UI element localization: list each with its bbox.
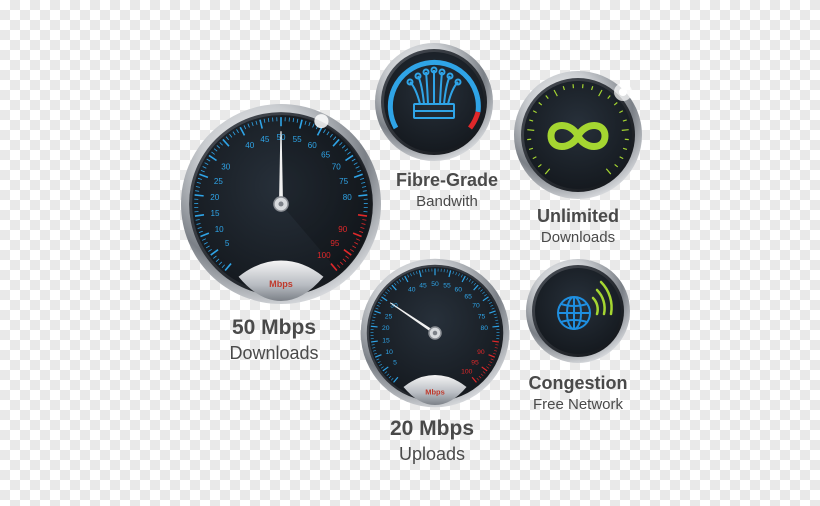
gauge-tick-label: 95 xyxy=(330,239,339,248)
gauge-tick-label: 95 xyxy=(471,359,479,366)
gauge-tick-label: 55 xyxy=(293,135,302,144)
dial-tick xyxy=(621,129,629,131)
fibre-optic-icon xyxy=(406,66,462,119)
fibre-grade-subtitle: Bandwith xyxy=(416,193,478,210)
upload-speed-caption: 20 Mbps Uploads xyxy=(368,417,496,465)
upload-speed-gauge: 510152025304045 50 5560657075809095100 Mbp… xyxy=(360,258,510,408)
unlimited-title: Unlimited xyxy=(536,206,619,226)
gauge-tick-label: 80 xyxy=(480,325,488,332)
gauge-tick-label: 60 xyxy=(308,141,317,150)
gauge-tick-label: 70 xyxy=(332,163,341,172)
gauge-tick-label: 45 xyxy=(260,135,269,144)
gauge-tick-label: 45 xyxy=(419,282,427,289)
gauge-major-tick xyxy=(358,194,368,197)
gauge-tick-label: 15 xyxy=(382,337,390,344)
gauge-tick-label: 55 xyxy=(443,282,451,289)
congestion-free-subtitle: Free Network xyxy=(532,396,624,413)
fibre-grade-title: Fibre-Grade xyxy=(395,170,499,190)
fibre-grade-caption: Fibre-Grade Bandwith xyxy=(384,170,510,210)
gauge-tick-label: 75 xyxy=(478,313,486,320)
gauge-tick-label: 5 xyxy=(393,359,397,366)
gauge-tick-label: 60 xyxy=(454,287,462,294)
download-speed-subtitle: Downloads xyxy=(229,343,319,363)
gauge-unit-label: Mbps xyxy=(269,279,293,289)
dial-tick xyxy=(527,129,535,131)
gauge-tick-label: 40 xyxy=(245,141,254,150)
gauge-glare xyxy=(314,114,329,129)
download-speed-gauge: 510152025304045505560657075809095100 Mbp… xyxy=(181,104,381,304)
gauge-tick-label: 75 xyxy=(339,177,348,186)
gauge-tick-label: 30 xyxy=(221,163,230,172)
download-speed-caption: 50 Mbps Downloads xyxy=(207,316,341,364)
gauge-tick-label: 90 xyxy=(477,349,485,356)
gauge-tick-label: 65 xyxy=(464,294,472,301)
gauge-major-tick xyxy=(492,325,500,328)
unlimited-gauge xyxy=(514,71,642,199)
gauge-tick-label: 40 xyxy=(408,287,416,294)
gauge-tick-label: 5 xyxy=(225,239,230,248)
gauge-tick-label: 50 xyxy=(431,281,439,288)
gauge-tick-label: 100 xyxy=(461,368,473,375)
gauge-tick-label: 90 xyxy=(338,225,347,234)
gauge-tick-label: 80 xyxy=(343,193,352,202)
gauge-tick-label: 25 xyxy=(214,177,223,186)
unlimited-subtitle: Downloads xyxy=(540,229,616,246)
congestion-free-gauge xyxy=(526,259,630,363)
unlimited-caption: Unlimited Downloads xyxy=(518,206,638,246)
gauge-tick-label: 20 xyxy=(382,325,390,332)
gauge-tick-label: 65 xyxy=(321,150,330,159)
gauge-unit-label: Mbps xyxy=(425,388,445,397)
download-speed-title: 50 Mbps xyxy=(231,316,317,339)
upload-speed-title: 20 Mbps xyxy=(389,417,475,440)
gauge-tick-label: 10 xyxy=(385,349,393,356)
congestion-free-title: Congestion xyxy=(528,373,628,393)
gauge-tick-label: 20 xyxy=(210,193,219,202)
congestion-free-caption: Congestion Free Network xyxy=(514,373,642,413)
gauge-major-tick xyxy=(370,325,378,328)
gauge-tick-label: 10 xyxy=(215,225,224,234)
gauge-major-tick xyxy=(194,194,204,197)
upload-speed-subtitle: Uploads xyxy=(398,444,466,464)
gauge-tick-label: 70 xyxy=(472,303,480,310)
gauge-tick-label: 15 xyxy=(210,209,219,218)
fibre-grade-gauge xyxy=(375,43,493,161)
gauge-tick-label: 25 xyxy=(385,313,393,320)
gauge-tick-label: 100 xyxy=(317,251,331,260)
